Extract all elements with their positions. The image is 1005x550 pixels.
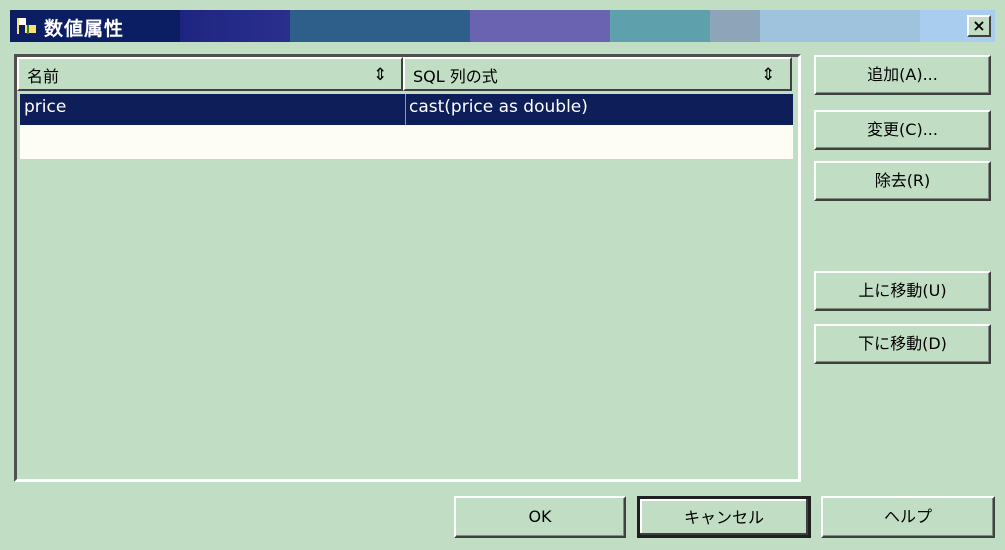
table-header: 名前 ⇕ SQL 列の式 ⇕: [17, 57, 798, 91]
column-header-sql-expression[interactable]: SQL 列の式 ⇕: [403, 57, 792, 91]
sort-icon: ⇕: [373, 65, 388, 85]
column-divider: [405, 94, 406, 125]
empty-row[interactable]: [20, 125, 793, 159]
cancel-button[interactable]: キャンセル: [637, 496, 811, 538]
attribute-table[interactable]: 名前 ⇕ SQL 列の式 ⇕ price cast(price as doubl…: [14, 54, 801, 482]
change-button[interactable]: 変更(C)...: [814, 110, 991, 150]
column-header-name-label: 名前: [27, 67, 60, 86]
ok-button[interactable]: OK: [454, 496, 626, 538]
window-flag-icon: [17, 18, 36, 34]
cell-expression: cast(price as double): [409, 97, 588, 117]
remove-button[interactable]: 除去(R): [814, 161, 991, 201]
help-button[interactable]: ヘルプ: [821, 496, 995, 538]
move-up-button[interactable]: 上に移動(U): [814, 271, 991, 311]
column-header-sql-label: SQL 列の式: [413, 67, 498, 86]
window-title: 数値属性: [44, 18, 125, 40]
title-bar[interactable]: 数値属性 ×: [10, 10, 995, 42]
close-button[interactable]: ×: [967, 15, 991, 37]
table-row[interactable]: price cast(price as double): [20, 94, 793, 125]
move-down-button[interactable]: 下に移動(D): [814, 324, 991, 364]
add-button[interactable]: 追加(A)...: [814, 55, 991, 95]
cell-name: price: [24, 97, 67, 117]
column-header-name[interactable]: 名前 ⇕: [17, 57, 403, 91]
sort-icon: ⇕: [761, 65, 776, 85]
